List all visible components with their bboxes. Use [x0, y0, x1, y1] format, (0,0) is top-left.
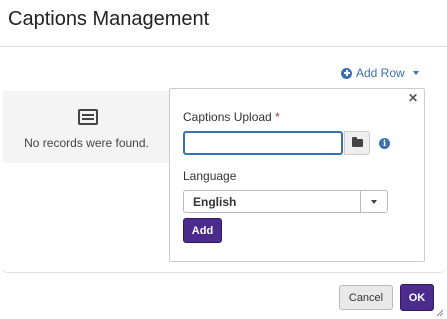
- resize-handle-icon[interactable]: [436, 309, 444, 317]
- add-row-label: Add Row: [356, 66, 405, 80]
- close-icon[interactable]: ✕: [408, 91, 418, 105]
- dialog-title: Captions Management: [8, 8, 210, 30]
- empty-state-message: No records were found.: [24, 136, 149, 150]
- empty-state: No records were found.: [3, 91, 170, 163]
- add-row-button[interactable]: Add Row: [341, 65, 419, 81]
- language-dropdown-toggle[interactable]: [360, 191, 387, 212]
- chevron-down-icon: [412, 71, 419, 75]
- captions-upload-input[interactable]: [183, 131, 343, 155]
- language-selected-value: English: [193, 194, 237, 209]
- chevron-down-icon: [371, 199, 377, 204]
- info-icon[interactable]: i: [379, 138, 390, 149]
- required-marker: *: [275, 110, 280, 124]
- language-label: Language: [183, 169, 237, 183]
- add-button[interactable]: Add: [183, 218, 222, 243]
- captions-upload-label: Captions Upload *: [183, 110, 280, 124]
- list-icon: [78, 109, 98, 125]
- folder-icon: [351, 137, 363, 147]
- ok-button[interactable]: OK: [400, 284, 434, 311]
- plus-circle-icon: [341, 67, 352, 79]
- cancel-button[interactable]: Cancel: [339, 285, 393, 310]
- language-select[interactable]: English: [183, 190, 388, 213]
- add-row-popover: ✕ Captions Upload * i Language English A…: [169, 88, 425, 262]
- browse-file-button[interactable]: [344, 131, 370, 155]
- captions-upload-label-text: Captions Upload: [183, 110, 272, 124]
